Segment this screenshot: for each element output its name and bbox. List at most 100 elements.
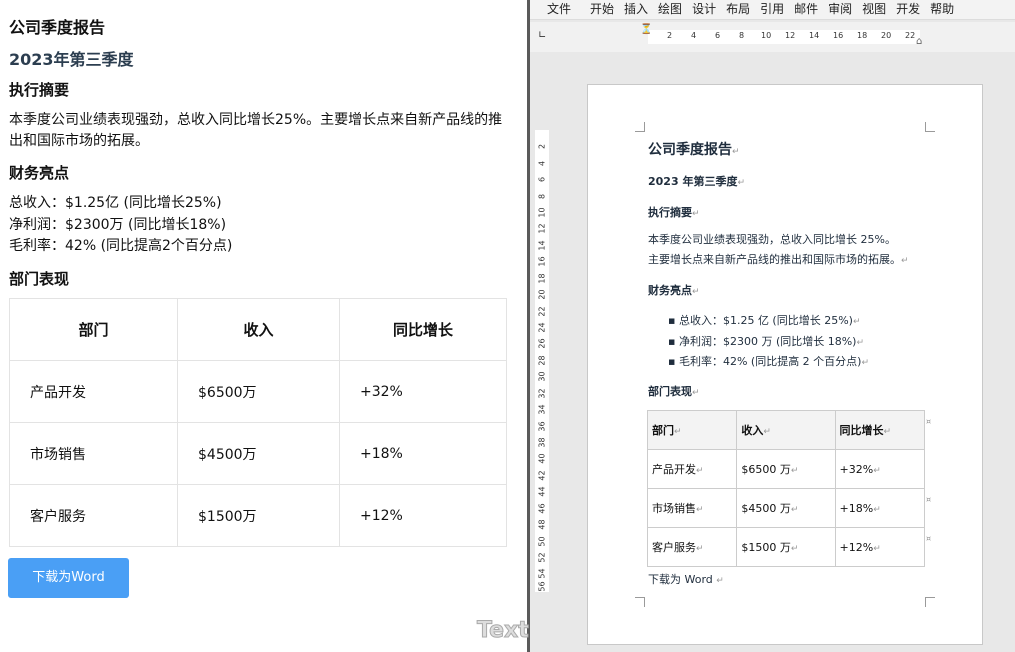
doc-table-cell[interactable]: $4500 万↵ [736, 488, 836, 528]
tab-home[interactable]: 开始 [590, 0, 614, 20]
doc-dept-heading-text: 部门表现 [648, 385, 692, 398]
doc-cell-text: 收入 [741, 424, 764, 437]
end-of-row-icon: ¤ [926, 495, 932, 504]
table-cell: 产品开发 [9, 360, 178, 423]
tab-selector-icon[interactable]: ∟ [538, 30, 546, 41]
tab-references[interactable]: 引用 [760, 0, 784, 20]
paragraph-mark-icon: ↵ [696, 466, 704, 476]
tab-help[interactable]: 帮助 [930, 0, 954, 20]
table-cell: 客户服务 [9, 484, 178, 547]
table-header-row: 部门 收入 同比增长 [9, 298, 507, 361]
paragraph-mark-icon: ↵ [873, 504, 881, 515]
doc-cell-text: $4500 万 [741, 502, 791, 515]
tab-layout[interactable]: 布局 [726, 0, 750, 20]
ruler-label: 10 [537, 207, 547, 218]
ruler-label: 26 [537, 338, 547, 349]
doc-table-row: 客户服务↵ $1500 万↵ +12%↵ [646, 527, 926, 567]
tab-insert[interactable]: 插入 [624, 0, 648, 20]
tab-view[interactable]: 视图 [862, 0, 886, 20]
header-growth: 同比增长 [339, 298, 507, 361]
doc-title-text: 公司季度报告 [648, 142, 732, 158]
doc-cell-text: 同比增长 [839, 424, 884, 437]
indent-marker-icon[interactable]: ⏳ [640, 24, 652, 35]
margin-corner-icon [635, 597, 645, 607]
ruler-label: 18 [857, 31, 868, 40]
doc-table-row: 市场销售↵ $4500 万↵ +18%↵ [646, 488, 926, 528]
download-word-button[interactable]: 下载为Word [8, 558, 129, 598]
tab-file[interactable]: 文件 [547, 0, 571, 20]
doc-subtitle-text: 2023 年第三季度 [648, 175, 738, 188]
paragraph-mark-icon: ↵ [674, 427, 682, 437]
doc-table-cell[interactable]: 同比增长↵ [834, 410, 926, 450]
web-page-pane: 公司季度报告 2023年第三季度 执行摘要 本季度公司业绩表现强劲，总收入同比增… [0, 0, 527, 652]
doc-table[interactable]: 部门↵ 收入↵ 同比增长↵ 产品开发↵ $6500 万↵ +32%↵ 市场销售↵… [646, 410, 926, 567]
highlight-profit: 净利润：$2300万 (同比增长18%) [9, 217, 227, 233]
paragraph-mark-icon: ↵ [873, 543, 881, 554]
doc-table-cell[interactable]: 收入↵ [736, 410, 836, 450]
doc-table-cell[interactable]: 部门↵ [646, 410, 738, 450]
ruler-label: 32 [537, 388, 547, 399]
summary-text: 本季度公司业绩表现强劲，总收入同比增长25%。主要增长点来自新产品线的推出和国际… [9, 112, 503, 149]
table-cell: $4500万 [177, 422, 340, 485]
doc-table-cell[interactable]: +12%↵ [834, 527, 926, 567]
vertical-ruler[interactable]: 2 4 6 8 10 12 14 16 18 20 22 24 26 28 30… [535, 130, 549, 592]
doc-summary-text: 本季度公司业绩表现强劲，总收入同比增长 25%。 主要增长点来自新产品线的推出和… [648, 230, 948, 271]
doc-table-row: 产品开发↵ $6500 万↵ +32%↵ [646, 449, 926, 489]
paragraph-mark-icon: ↵ [790, 544, 799, 554]
right-indent-icon[interactable]: ⌂ [916, 36, 922, 47]
highlights-heading: 财务亮点 [9, 164, 70, 182]
doc-summary-line: 主要增长点来自新产品线的推出和国际市场的拓展。↵ [648, 250, 948, 271]
doc-table-cell[interactable]: 客户服务↵ [646, 527, 738, 567]
header-dept: 部门 [9, 298, 178, 361]
ruler-label: 24 [537, 322, 547, 333]
doc-table-cell[interactable]: $1500 万↵ [736, 527, 836, 567]
word-window: 文件 开始 插入 绘图 设计 布局 引用 邮件 审阅 视图 开发 帮助 ∟ ⏳ … [530, 0, 1015, 652]
document-page[interactable]: 公司季度报告↵ 2023 年第三季度↵ 执行摘要↵ 本季度公司业绩表现强劲，总收… [587, 84, 983, 645]
dept-table: 部门 收入 同比增长 产品开发 $6500万 +32% 市场销售 $4500万 … [9, 298, 507, 547]
doc-summary-line-text: 主要增长点来自新产品线的推出和国际市场的拓展。 [648, 253, 901, 266]
doc-table-header-row: 部门↵ 收入↵ 同比增长↵ [646, 410, 926, 450]
highlight-margin: 毛利率：42% (同比提高2个百分点) [9, 238, 233, 254]
tab-review[interactable]: 审阅 [828, 0, 852, 20]
tab-design[interactable]: 设计 [692, 0, 716, 20]
paragraph-mark-icon: ↵ [901, 256, 909, 266]
ruler-label: 16 [833, 31, 844, 40]
ruler-label: 18 [537, 273, 547, 284]
doc-cell-text: +18% [839, 501, 874, 515]
ruler-label: 8 [739, 31, 745, 40]
doc-table-cell[interactable]: $6500 万↵ [736, 449, 836, 489]
paragraph-mark-icon: ↵ [696, 505, 704, 515]
tab-draw[interactable]: 绘图 [658, 0, 682, 20]
doc-table-cell[interactable]: +18%↵ [834, 488, 926, 528]
screen: 公司季度报告 2023年第三季度 执行摘要 本季度公司业绩表现强劲，总收入同比增… [0, 0, 1015, 652]
ruler-label: 50 [537, 536, 547, 547]
ruler-label: 34 [537, 404, 547, 415]
paragraph-mark-icon: ↵ [692, 209, 700, 219]
doc-table-cell[interactable]: 市场销售↵ [646, 488, 738, 528]
doc-cell-text: $1500 万 [741, 541, 791, 554]
doc-highlights-heading: 财务亮点↵ [648, 282, 700, 298]
doc-cell-text: +32% [839, 462, 874, 476]
end-of-row-icon: ¤ [926, 534, 932, 543]
ruler-label: 4 [691, 31, 697, 40]
ruler-label: 54 [537, 568, 547, 579]
ruler-label: 14 [809, 31, 820, 40]
paragraph-mark-icon: ↵ [852, 317, 861, 327]
highlight-revenue: 总收入：$1.25亿 (同比增长25%) [9, 195, 222, 211]
paragraph-mark-icon: ↵ [692, 287, 700, 297]
doc-table-cell[interactable]: 产品开发↵ [646, 449, 738, 489]
ruler-label: 16 [537, 256, 547, 267]
ruler-label: 6 [537, 176, 547, 183]
table-cell: $1500万 [177, 484, 340, 547]
doc-title: 公司季度报告↵ [648, 139, 740, 159]
doc-table-cell[interactable]: +32%↵ [834, 449, 926, 489]
paragraph-mark-icon: ↵ [716, 576, 724, 586]
doc-footer-text: 下载为 Word ↵ [648, 571, 724, 587]
tab-developer[interactable]: 开发 [896, 0, 920, 20]
horizontal-ruler[interactable]: ∟ ⏳ ⌂ 2 4 6 8 10 12 14 16 18 20 22 [530, 22, 1015, 52]
ruler-label: 48 [537, 519, 547, 530]
ruler-strip [648, 30, 920, 44]
doc-summary-heading: 执行摘要↵ [648, 204, 700, 220]
tab-mailings[interactable]: 邮件 [794, 0, 818, 20]
ruler-label: 12 [537, 223, 547, 234]
